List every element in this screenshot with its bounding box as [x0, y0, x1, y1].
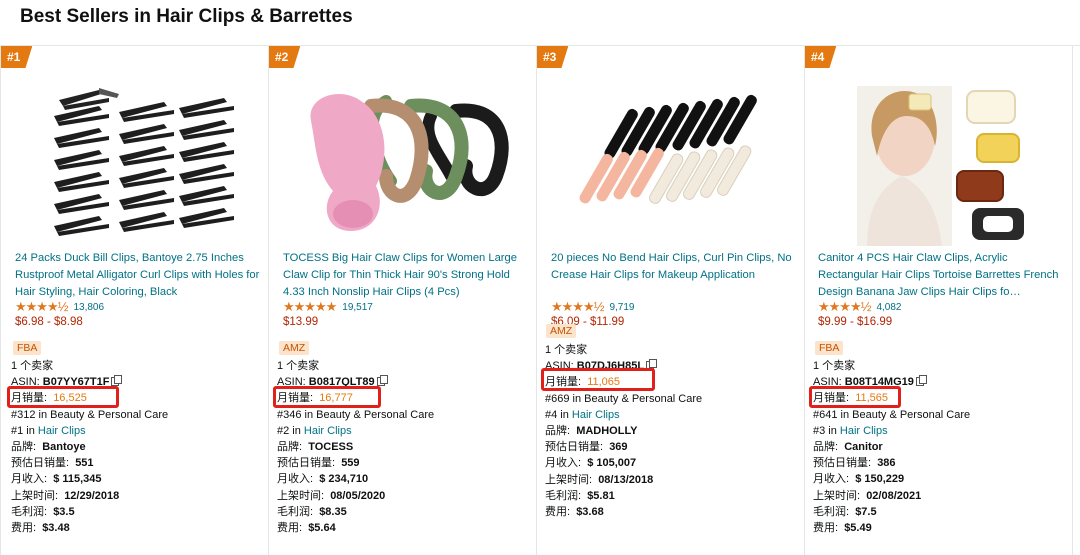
- category-link[interactable]: Hair Clips: [304, 425, 352, 437]
- rank-badge: #3: [537, 46, 569, 68]
- fee-row: 费用: $5.64: [277, 522, 336, 535]
- product-image[interactable]: [561, 76, 791, 246]
- rating-count[interactable]: 19,517: [342, 302, 373, 313]
- star-rating-icon: ★★★★½: [551, 299, 604, 314]
- price: $9.99 - $16.99: [818, 316, 893, 328]
- seller-count: 1 个卖家: [545, 344, 588, 356]
- product-stats: 1 个卖家 ASIN: B08T14MG19 月销量: 11,565 #641 …: [813, 358, 970, 536]
- revenue-row: 月收入: $ 115,345: [11, 473, 102, 486]
- margin-row: 毛利润: $3.5: [11, 505, 75, 518]
- product-card-1: #1 24 Packs Duck Bill Clips, Bantoye 2.7…: [0, 46, 268, 555]
- fulfillment-badge: AMZ: [546, 324, 577, 338]
- revenue-row: 月收入: $ 105,007: [545, 457, 637, 470]
- rating[interactable]: ★★★★½ 4,082: [818, 299, 902, 314]
- page-title: Best Sellers in Hair Clips & Barrettes: [20, 6, 353, 27]
- bsr-sub: #2 in Hair Clips: [277, 424, 352, 437]
- bsr-main: #641 in Beauty & Personal Care: [813, 408, 971, 421]
- daily-sales-row: 预估日销量: 386: [813, 457, 896, 470]
- rating-count[interactable]: 4,082: [876, 302, 901, 313]
- brand-row: 品牌: TOCESS: [277, 441, 354, 454]
- revenue-row: 月收入: $ 234,710: [277, 473, 369, 486]
- margin-row: 毛利润: $7.5: [813, 505, 877, 518]
- product-title-link[interactable]: Canitor 4 PCS Hair Claw Clips, Acrylic R…: [818, 250, 1068, 300]
- rank-badge: #4: [805, 46, 837, 68]
- copy-icon[interactable]: [915, 375, 927, 387]
- star-rating-icon: ★★★★½: [818, 299, 871, 314]
- listed-date-row: 上架时间: 08/13/2018: [545, 473, 654, 486]
- bsr-main: #669 in Beauty & Personal Care: [545, 392, 703, 405]
- star-rating-icon: ★★★★★: [283, 299, 337, 314]
- rank-badge: #2: [269, 46, 301, 68]
- product-grid: #1 24 Packs Duck Bill Clips, Bantoye 2.7…: [0, 45, 1080, 555]
- fee-row: 费用: $5.49: [813, 522, 872, 535]
- rating-count[interactable]: 13,806: [73, 302, 104, 313]
- product-card-2: #2 TOCESS Big Hair Claw Clips for Women …: [268, 46, 536, 555]
- daily-sales-row: 预估日销量: 551: [11, 457, 94, 470]
- seller-count: 1 个卖家: [11, 360, 54, 372]
- listed-date-row: 上架时间: 08/05/2020: [277, 489, 386, 502]
- rank-badge: #1: [1, 46, 33, 68]
- price: $13.99: [283, 316, 319, 328]
- fulfillment-badge: FBA: [13, 341, 42, 355]
- fee-row: 费用: $3.48: [11, 522, 70, 535]
- product-image[interactable]: [827, 76, 1057, 246]
- product-card-4: #4 Canitor 4 PCS Hair Claw Clips, Acryli…: [804, 46, 1072, 555]
- bsr-sub: #1 in Hair Clips: [11, 424, 86, 437]
- product-image[interactable]: [291, 76, 521, 246]
- seller-count: 1 个卖家: [813, 360, 856, 372]
- next-card-edge: [1072, 46, 1080, 555]
- sales-highlight-box: [541, 368, 655, 391]
- margin-row: 毛利润: $8.35: [277, 505, 347, 518]
- product-image[interactable]: [29, 76, 259, 246]
- margin-row: 毛利润: $5.81: [545, 489, 615, 502]
- rating[interactable]: ★★★★½ 9,719: [551, 299, 635, 314]
- bsr-sub: #4 in Hair Clips: [545, 408, 620, 421]
- product-card-3: #3 20 pieces No Bend Hair Clips, Curl Pi…: [536, 46, 804, 555]
- listed-date-row: 上架时间: 12/29/2018: [11, 489, 120, 502]
- seller-count: 1 个卖家: [277, 360, 320, 372]
- rating[interactable]: ★★★★½ 13,806: [15, 299, 104, 314]
- sales-highlight-box: [273, 386, 381, 408]
- star-rating-icon: ★★★★½: [15, 299, 68, 314]
- fulfillment-badge: AMZ: [279, 341, 310, 355]
- daily-sales-row: 预估日销量: 369: [545, 441, 628, 454]
- sales-highlight-box: [809, 386, 901, 408]
- product-title-link[interactable]: 24 Packs Duck Bill Clips, Bantoye 2.75 I…: [15, 250, 265, 300]
- brand-row: 品牌: Bantoye: [11, 441, 86, 454]
- sales-highlight-box: [7, 386, 119, 408]
- bsr-sub: #3 in Hair Clips: [813, 424, 888, 437]
- revenue-row: 月收入: $ 150,229: [813, 473, 905, 486]
- daily-sales-row: 预估日销量: 559: [277, 457, 360, 470]
- rating-count[interactable]: 9,719: [609, 302, 634, 313]
- category-link[interactable]: Hair Clips: [572, 409, 620, 421]
- copy-icon[interactable]: [111, 375, 123, 387]
- brand-row: 品牌: MADHOLLY: [545, 425, 638, 438]
- fee-row: 费用: $3.68: [545, 506, 604, 519]
- brand-row: 品牌: Canitor: [813, 441, 883, 454]
- category-link[interactable]: Hair Clips: [840, 425, 888, 437]
- product-title-link[interactable]: TOCESS Big Hair Claw Clips for Women Lar…: [283, 250, 533, 300]
- rating[interactable]: ★★★★★ 19,517: [283, 299, 373, 314]
- listed-date-row: 上架时间: 02/08/2021: [813, 489, 922, 502]
- bsr-main: #346 in Beauty & Personal Care: [277, 408, 435, 421]
- fulfillment-badge: FBA: [815, 341, 844, 355]
- copy-icon[interactable]: [376, 375, 388, 387]
- bsr-main: #312 in Beauty & Personal Care: [11, 408, 169, 421]
- category-link[interactable]: Hair Clips: [38, 425, 86, 437]
- product-stats: 1 个卖家 ASIN: B0817QLT89 月销量: 16,777 #346 …: [277, 358, 434, 536]
- price: $6.98 - $8.98: [15, 316, 83, 328]
- product-stats: 1 个卖家 ASIN: B07YY67T1F 月销量: 16,525 #312 …: [11, 358, 168, 536]
- product-title-link[interactable]: 20 pieces No Bend Hair Clips, Curl Pin C…: [551, 250, 801, 284]
